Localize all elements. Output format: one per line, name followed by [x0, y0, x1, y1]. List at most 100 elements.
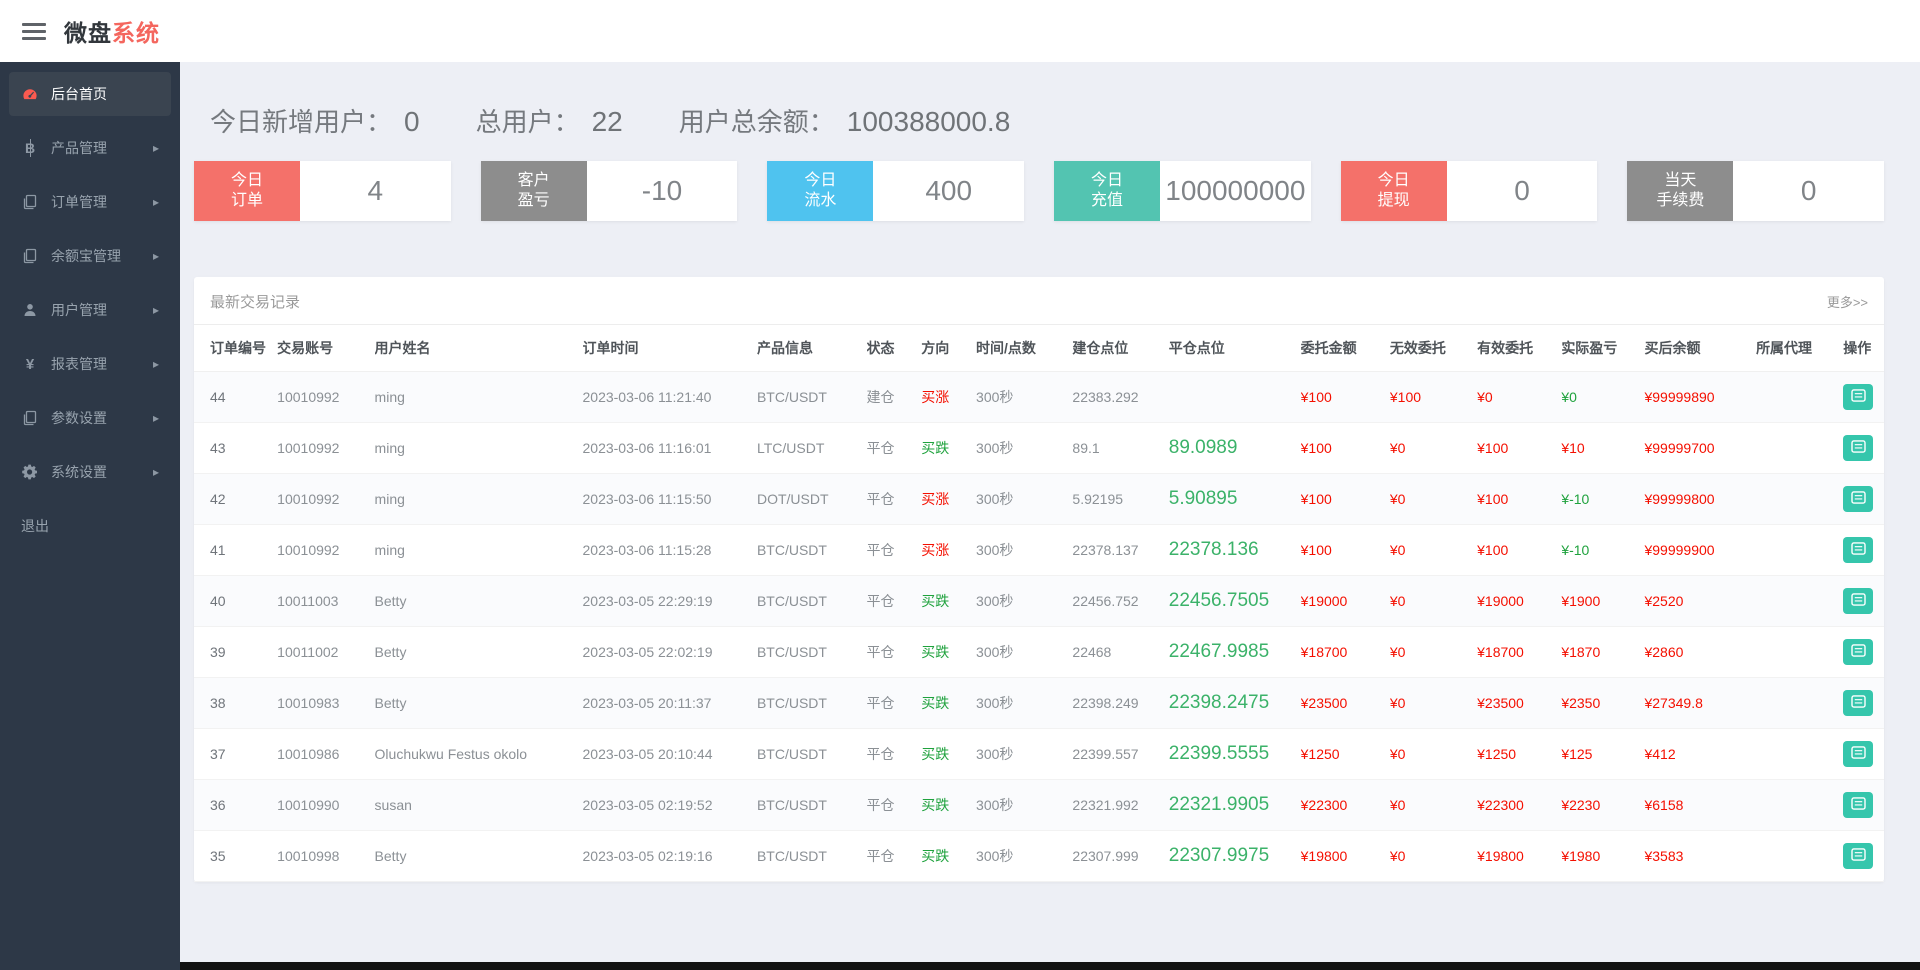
col-header-valid: 有效委托	[1477, 325, 1562, 372]
cell-direction: 买跌	[921, 830, 977, 882]
panel-header: 最新交易记录 更多>>	[194, 277, 1884, 325]
cell-status: 平仓	[866, 524, 922, 576]
cell-action	[1843, 677, 1884, 729]
col-header-product: 产品信息	[756, 325, 867, 372]
cell-direction: 买跌	[921, 779, 977, 831]
sidebar-item-label: 后台首页	[51, 86, 107, 102]
cell-close: 22307.9975	[1168, 830, 1301, 882]
cell-agent	[1756, 473, 1844, 525]
cell-invalid: ¥0	[1389, 779, 1478, 831]
order-detail-button[interactable]	[1843, 537, 1874, 563]
cell-product: BTC/USDT	[756, 779, 867, 831]
stat-label: 总用户：	[475, 107, 580, 137]
cell-balance: ¥3583	[1644, 830, 1757, 882]
cell-balance: ¥99999700	[1644, 422, 1757, 474]
cell-period: 300秒	[976, 473, 1073, 525]
cell-balance: ¥6158	[1644, 779, 1757, 831]
cell-period: 300秒	[976, 575, 1073, 627]
table-row: 44 10010992 ming 2023-03-06 11:21:40 BTC/USD…	[194, 371, 1884, 423]
menu-toggle-icon[interactable]	[22, 22, 46, 40]
cell-period: 300秒	[976, 422, 1073, 474]
order-detail-button[interactable]	[1843, 690, 1874, 716]
sidebar-item-params[interactable]: 参数设置 ▸	[9, 396, 171, 440]
sidebar-item-orders[interactable]: 订单管理 ▸	[9, 180, 171, 224]
col-header-profit: 实际盈亏	[1561, 325, 1645, 372]
stat-total-users: 总用户： 22	[476, 102, 623, 139]
cell-name: ming	[374, 473, 583, 525]
cell-valid: ¥19000	[1477, 575, 1562, 627]
cell-account: 10010990	[277, 779, 375, 831]
sidebar-item-products[interactable]: B 产品管理 ▸	[9, 126, 171, 170]
logo-primary: 微盘	[64, 20, 112, 46]
cell-period: 300秒	[976, 779, 1073, 831]
order-detail-button[interactable]	[1843, 639, 1874, 665]
stat-card-value: 400	[873, 161, 1025, 221]
list-icon	[1851, 440, 1866, 456]
cell-id: 36	[194, 779, 278, 831]
col-header-open: 建仓点位	[1072, 325, 1169, 372]
main-content: 今日新增用户： 0 总用户： 22 用户总余额： 100388000.8 今日 订单 4 客…	[180, 62, 1920, 970]
cell-agent	[1756, 779, 1844, 831]
cell-direction: 买跌	[921, 575, 977, 627]
sidebar: 后台首页B产品管理▸订单管理▸余额宝管理▸用户管理▸¥报表管理▸参数设置▸系统设…	[0, 62, 180, 970]
order-detail-button[interactable]	[1843, 588, 1874, 614]
sidebar-item-label: 产品管理	[51, 140, 107, 156]
order-detail-button[interactable]	[1843, 792, 1874, 818]
cell-status: 平仓	[866, 830, 922, 882]
sidebar-item-label: 报表管理	[51, 356, 107, 372]
cell-account: 10010986	[277, 728, 375, 780]
table-row: 35 10010998 Betty 2023-03-05 02:19:16 BTC/US…	[194, 830, 1884, 882]
list-icon	[1851, 491, 1866, 507]
cell-account: 10010992	[277, 473, 375, 525]
table-row: 41 10010992 ming 2023-03-06 11:15:28 BTC/USD…	[194, 524, 1884, 576]
cell-profit: ¥2350	[1561, 677, 1645, 729]
cell-direction: 买跌	[921, 728, 977, 780]
cell-id: 39	[194, 626, 278, 678]
dashboard-icon	[21, 86, 39, 102]
cell-invalid: ¥0	[1389, 524, 1478, 576]
table-row: 37 10010986 Oluchukwu Festus okolo 2023-03-…	[194, 728, 1884, 780]
order-detail-button[interactable]	[1843, 384, 1874, 410]
cell-account: 10010992	[277, 524, 375, 576]
sidebar-item-system[interactable]: 系统设置 ▸	[9, 450, 171, 494]
sidebar-item-reports[interactable]: ¥ 报表管理 ▸	[9, 342, 171, 386]
cell-agent	[1756, 371, 1844, 423]
sidebar-item-yuebao[interactable]: 余额宝管理 ▸	[9, 234, 171, 278]
cell-balance: ¥99999800	[1644, 473, 1757, 525]
cell-balance: ¥2860	[1644, 626, 1757, 678]
logo-accent: 系统	[112, 20, 160, 46]
list-icon	[1851, 593, 1866, 609]
cell-profit: ¥-10	[1561, 473, 1645, 525]
cell-product: LTC/USDT	[756, 422, 867, 474]
cell-valid: ¥100	[1477, 473, 1562, 525]
latest-trades-panel: 最新交易记录 更多>> 订单编号 交易账号 用户姓名 订单时间 产品信息 状态 方向 时间/点…	[194, 277, 1884, 882]
order-detail-button[interactable]	[1843, 843, 1874, 869]
list-icon	[1851, 695, 1866, 711]
cell-time: 2023-03-06 11:15:28	[582, 524, 757, 576]
sidebar-item-logout[interactable]: 退出	[9, 504, 171, 548]
stat-card: 今日 流水 400	[767, 161, 1025, 221]
cell-direction: 买涨	[921, 371, 977, 423]
stat-card-label: 今日 流水	[767, 161, 874, 221]
cell-balance: ¥412	[1644, 728, 1757, 780]
col-header-status: 状态	[866, 325, 922, 372]
cell-period: 300秒	[976, 371, 1073, 423]
cell-invalid: ¥100	[1389, 371, 1478, 423]
more-link[interactable]: 更多>>	[1827, 292, 1868, 311]
cell-invalid: ¥0	[1389, 626, 1478, 678]
order-detail-button[interactable]	[1843, 435, 1874, 461]
cell-time: 2023-03-05 22:29:19	[582, 575, 757, 627]
cell-product: BTC/USDT	[756, 524, 867, 576]
cell-period: 300秒	[976, 626, 1073, 678]
cell-amount: ¥19000	[1300, 575, 1390, 627]
cell-profit: ¥10	[1561, 422, 1645, 474]
bitcoin-icon: B	[21, 139, 39, 157]
cell-name: Betty	[374, 677, 583, 729]
sidebar-item-users[interactable]: 用户管理 ▸	[9, 288, 171, 332]
order-detail-button[interactable]	[1843, 486, 1874, 512]
cell-open: 22468	[1072, 626, 1169, 678]
sidebar-item-home[interactable]: 后台首页	[9, 72, 171, 116]
sidebar-menu: 后台首页B产品管理▸订单管理▸余额宝管理▸用户管理▸¥报表管理▸参数设置▸系统设…	[0, 72, 180, 548]
order-detail-button[interactable]	[1843, 741, 1874, 767]
cell-name: Betty	[374, 575, 583, 627]
